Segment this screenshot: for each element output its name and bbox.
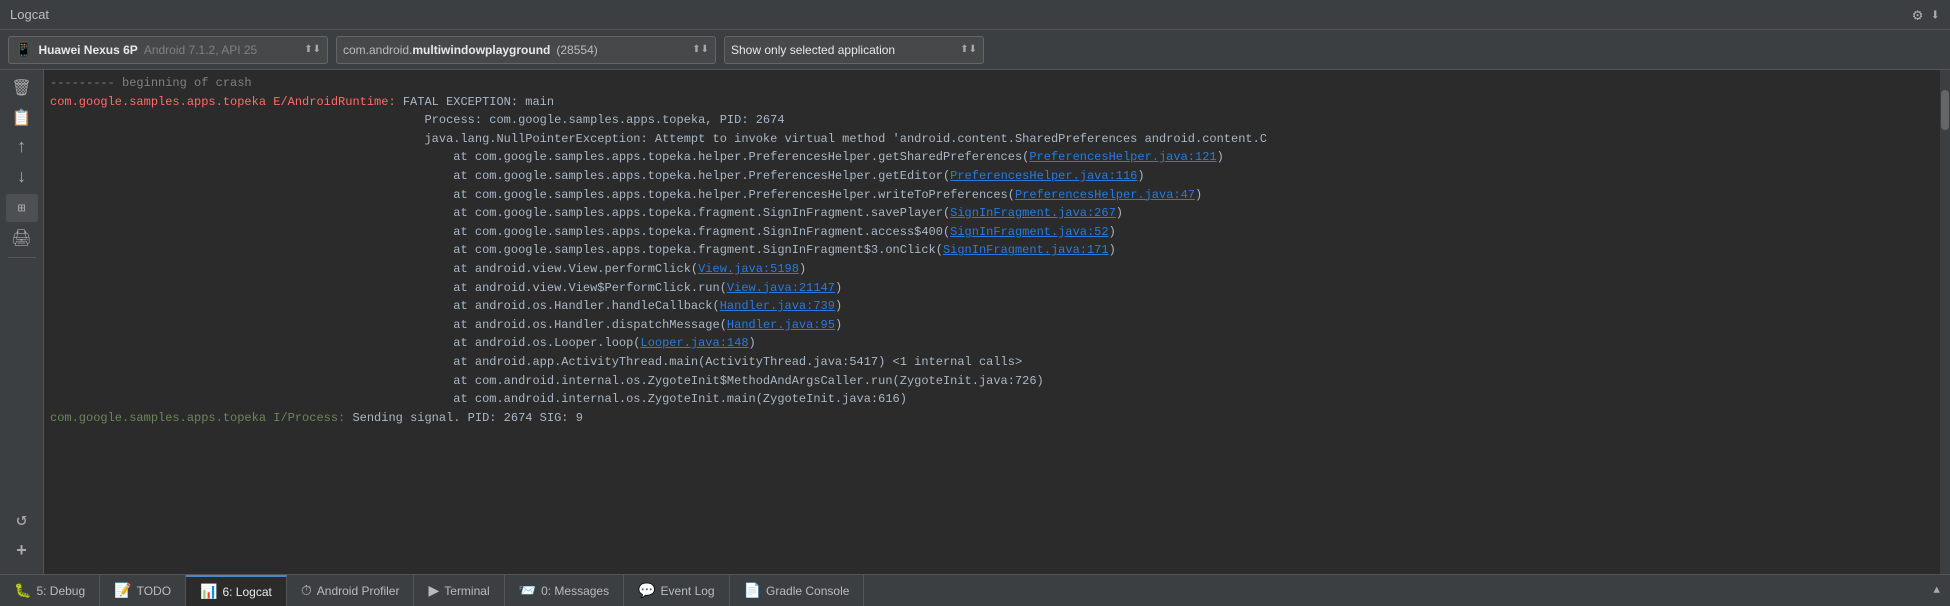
log-line-6: at com.google.samples.apps.topeka.fragme… xyxy=(50,241,1934,260)
tab-terminal[interactable]: ▶ Terminal xyxy=(414,575,504,606)
tab-gradle[interactable]: 📄 Gradle Console xyxy=(730,575,865,606)
scrollbar-track[interactable] xyxy=(1940,70,1950,574)
link-signin-3[interactable]: SignInFragment.java:171 xyxy=(943,243,1109,257)
log-line-1: at com.google.samples.apps.topeka.helper… xyxy=(50,148,1934,167)
log-line-8: at android.view.View$PerformClick.run(Vi… xyxy=(50,279,1934,298)
settings-icon[interactable]: ⚙ xyxy=(1913,5,1923,25)
tab-logcat-icon: 📊 xyxy=(200,583,217,600)
filter-selector[interactable]: Show only selected application ⬆⬇ xyxy=(724,36,984,64)
tab-debug[interactable]: 🐛 5: Debug xyxy=(0,575,100,606)
log-line-npe: java.lang.NullPointerException: Attempt … xyxy=(50,130,1934,149)
tab-terminal-label: Terminal xyxy=(444,584,489,598)
tab-todo-label: TODO xyxy=(137,584,171,598)
device-icon: 📱 xyxy=(15,41,32,58)
link-view-1[interactable]: View.java:5198 xyxy=(698,262,799,276)
log-line-signal: com.google.samples.apps.topeka I/Process… xyxy=(50,409,1934,428)
log-line-3: at com.google.samples.apps.topeka.helper… xyxy=(50,186,1934,205)
toolbar: 📱 Huawei Nexus 6P Android 7.1.2, API 25 … xyxy=(0,30,1950,70)
soft-wrap-button[interactable]: ⊞ xyxy=(6,194,38,222)
scrollbar-thumb[interactable] xyxy=(1941,90,1949,130)
log-line-11: at android.os.Looper.loop(Looper.java:14… xyxy=(50,334,1934,353)
tab-gradle-icon: 📄 xyxy=(744,582,761,599)
tab-profiler-label: Android Profiler xyxy=(317,584,400,598)
filter-dropdown-arrow: ⬆⬇ xyxy=(952,44,977,55)
link-view-2[interactable]: View.java:21147 xyxy=(727,281,835,295)
device-dropdown-arrow: ⬆⬇ xyxy=(296,44,321,55)
package-name: com.android.multiwindowplayground xyxy=(343,43,550,57)
link-signin-2[interactable]: SignInFragment.java:52 xyxy=(950,225,1108,239)
tab-profiler[interactable]: ⏱ Android Profiler xyxy=(287,575,415,606)
tab-event-log-label: Event Log xyxy=(661,584,715,598)
main-area: 🗑 📋 ↑ ↓ ⊞ 🖨 ↺ + --------- beginning of c… xyxy=(0,70,1950,574)
tab-debug-icon: 🐛 xyxy=(14,582,31,599)
link-pref-3[interactable]: PreferencesHelper.java:47 xyxy=(1015,188,1195,202)
link-looper[interactable]: Looper.java:148 xyxy=(641,336,749,350)
tab-messages-icon: 📨 xyxy=(519,582,536,599)
tab-event-log-icon: 💬 xyxy=(638,582,655,599)
link-pref-1[interactable]: PreferencesHelper.java:121 xyxy=(1029,150,1216,164)
device-api: Android 7.1.2, API 25 xyxy=(144,43,257,57)
package-selector[interactable]: com.android.multiwindowplayground (28554… xyxy=(336,36,716,64)
tab-messages[interactable]: 📨 0: Messages xyxy=(505,575,624,606)
log-line-process: Process: com.google.samples.apps.topeka,… xyxy=(50,111,1934,130)
tab-todo-icon: 📝 xyxy=(114,582,131,599)
log-line-14: at com.android.internal.os.ZygoteInit.ma… xyxy=(50,390,1934,409)
filter-label: Show only selected application xyxy=(731,43,895,57)
log-tag-info: com.google.samples.apps.topeka I/Process… xyxy=(50,411,352,425)
sidebar-separator xyxy=(8,257,36,258)
log-separator-line: --------- beginning of crash xyxy=(50,74,1934,93)
log-line-7: at android.view.View.performClick(View.j… xyxy=(50,260,1934,279)
device-name: Huawei Nexus 6P xyxy=(38,43,137,57)
tab-debug-label: 5: Debug xyxy=(36,584,85,598)
scroll-to-end-button[interactable]: 📋 xyxy=(6,104,38,132)
link-handler-1[interactable]: Handler.java:739 xyxy=(720,299,835,313)
log-line-13: at com.android.internal.os.ZygoteInit$Me… xyxy=(50,372,1934,391)
log-tag-error: com.google.samples.apps.topeka E/Android… xyxy=(50,95,403,109)
up-button[interactable]: ↑ xyxy=(6,134,38,162)
link-signin-1[interactable]: SignInFragment.java:267 xyxy=(950,206,1116,220)
title-bar: Logcat ⚙ ⬇ xyxy=(0,0,1950,30)
device-selector[interactable]: 📱 Huawei Nexus 6P Android 7.1.2, API 25 … xyxy=(8,36,328,64)
tab-event-log[interactable]: 💬 Event Log xyxy=(624,575,729,606)
print-button[interactable]: 🖨 xyxy=(6,224,38,252)
log-line-4: at com.google.samples.apps.topeka.fragme… xyxy=(50,204,1934,223)
tab-todo[interactable]: 📝 TODO xyxy=(100,575,186,606)
collapse-icon[interactable]: ⬇ xyxy=(1930,5,1940,25)
log-line-2: at com.google.samples.apps.topeka.helper… xyxy=(50,167,1934,186)
tab-logcat[interactable]: 📊 6: Logcat xyxy=(186,575,287,606)
log-line-9: at android.os.Handler.handleCallback(Han… xyxy=(50,297,1934,316)
expand-tabs[interactable]: ▲ xyxy=(1923,575,1950,606)
add-button[interactable]: + xyxy=(6,538,38,566)
log-line-12: at android.app.ActivityThread.main(Activ… xyxy=(50,353,1934,372)
down-button[interactable]: ↓ xyxy=(6,164,38,192)
title-bar-actions: ⚙ ⬇ xyxy=(1913,5,1940,25)
log-line-10: at android.os.Handler.dispatchMessage(Ha… xyxy=(50,316,1934,335)
package-dropdown-arrow: ⬆⬇ xyxy=(684,44,709,55)
link-pref-2[interactable]: PreferencesHelper.java:116 xyxy=(950,169,1137,183)
log-line-fatal: com.google.samples.apps.topeka E/Android… xyxy=(50,93,1934,112)
tab-messages-label: 0: Messages xyxy=(541,584,609,598)
log-line-5: at com.google.samples.apps.topeka.fragme… xyxy=(50,223,1934,242)
bottom-tabs: 🐛 5: Debug 📝 TODO 📊 6: Logcat ⏱ Android … xyxy=(0,574,1950,606)
tab-logcat-label: 6: Logcat xyxy=(222,585,271,599)
pid-label: (28554) xyxy=(556,43,597,57)
tab-profiler-icon: ⏱ xyxy=(301,582,312,599)
tab-gradle-label: Gradle Console xyxy=(766,584,849,598)
log-area[interactable]: --------- beginning of crash com.google.… xyxy=(44,70,1940,574)
restart-button[interactable]: ↺ xyxy=(6,506,38,534)
sidebar: 🗑 📋 ↑ ↓ ⊞ 🖨 ↺ + xyxy=(0,70,44,574)
window-title: Logcat xyxy=(10,7,49,22)
link-handler-2[interactable]: Handler.java:95 xyxy=(727,318,835,332)
clear-logcat-button[interactable]: 🗑 xyxy=(6,74,38,102)
tab-terminal-icon: ▶ xyxy=(428,582,439,599)
sidebar-bottom: ↺ + xyxy=(6,506,38,570)
